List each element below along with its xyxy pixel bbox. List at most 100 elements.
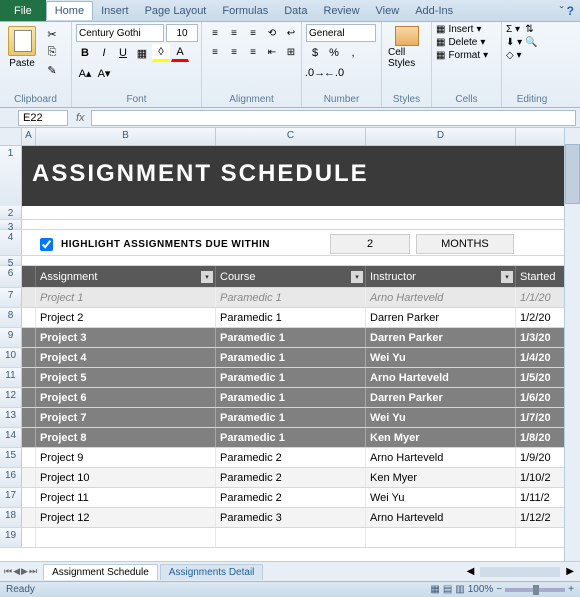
- cell-assignment[interactable]: Project 3: [36, 328, 216, 347]
- font-color-button[interactable]: A: [171, 44, 189, 62]
- row-header[interactable]: 17: [0, 488, 22, 507]
- tab-review[interactable]: Review: [315, 2, 367, 20]
- normal-view-icon[interactable]: ▦: [430, 584, 439, 595]
- cell-assignment[interactable]: Project 12: [36, 508, 216, 527]
- align-middle-icon[interactable]: ≡: [225, 24, 243, 42]
- cell-instructor[interactable]: Wei Yu: [366, 488, 516, 507]
- cell-course[interactable]: Paramedic 2: [216, 488, 366, 507]
- table-row[interactable]: 16Project 10Paramedic 2Ken Myer1/10/2: [0, 468, 580, 488]
- increase-decimal-icon[interactable]: .0→: [306, 64, 324, 82]
- row-header[interactable]: 15: [0, 448, 22, 467]
- tab-data[interactable]: Data: [276, 2, 315, 20]
- tab-nav-first-icon[interactable]: ⏮: [4, 566, 12, 577]
- fx-icon[interactable]: fx: [70, 112, 91, 124]
- autosum-button[interactable]: Σ ▾: [506, 24, 522, 35]
- row-header[interactable]: 14: [0, 428, 22, 447]
- col-header-a[interactable]: A: [22, 128, 36, 145]
- tab-nav-next-icon[interactable]: ▶: [21, 566, 28, 577]
- font-name-select[interactable]: [76, 24, 164, 42]
- highlight-checkbox[interactable]: [40, 238, 53, 251]
- row-header[interactable]: 8: [0, 308, 22, 327]
- row-header-4[interactable]: 4: [0, 230, 22, 255]
- cell-instructor[interactable]: Arno Harteveld: [366, 368, 516, 387]
- decrease-font-icon[interactable]: A▾: [95, 64, 113, 82]
- cell-instructor[interactable]: Darren Parker: [366, 328, 516, 347]
- cell-course[interactable]: Paramedic 1: [216, 348, 366, 367]
- align-top-icon[interactable]: ≡: [206, 24, 224, 42]
- increase-font-icon[interactable]: A▴: [76, 64, 94, 82]
- cell-course[interactable]: Paramedic 1: [216, 288, 366, 307]
- row-header[interactable]: 12: [0, 388, 22, 407]
- underline-button[interactable]: U: [114, 44, 132, 62]
- zoom-level[interactable]: 100%: [468, 584, 494, 595]
- cell-assignment[interactable]: Project 2: [36, 308, 216, 327]
- table-row[interactable]: 12Project 6Paramedic 1Darren Parker1/6/2…: [0, 388, 580, 408]
- row-header[interactable]: 7: [0, 288, 22, 307]
- font-size-select[interactable]: [166, 24, 198, 42]
- row-header-1[interactable]: 1: [0, 146, 22, 206]
- cell-assignment[interactable]: Project 1: [36, 288, 216, 307]
- cell-instructor[interactable]: Wei Yu: [366, 408, 516, 427]
- row-header[interactable]: 18: [0, 508, 22, 527]
- file-tab[interactable]: File: [0, 0, 46, 21]
- select-all-corner[interactable]: [0, 128, 22, 145]
- formula-bar[interactable]: [91, 110, 576, 126]
- table-row[interactable]: 14Project 8Paramedic 1Ken Myer1/8/20: [0, 428, 580, 448]
- cell-course[interactable]: Paramedic 1: [216, 408, 366, 427]
- row-header[interactable]: 9: [0, 328, 22, 347]
- vertical-scrollbar[interactable]: [564, 128, 580, 561]
- format-painter-icon[interactable]: ✎: [43, 62, 61, 78]
- zoom-slider[interactable]: [505, 588, 565, 592]
- filter-icon[interactable]: ▾: [351, 271, 363, 283]
- align-center-icon[interactable]: ≡: [225, 43, 243, 61]
- cut-icon[interactable]: ✂: [43, 26, 61, 42]
- th-course[interactable]: Course▾: [216, 266, 366, 287]
- cell-course[interactable]: Paramedic 1: [216, 388, 366, 407]
- italic-button[interactable]: I: [95, 44, 113, 62]
- col-header-c[interactable]: C: [216, 128, 366, 145]
- tab-insert[interactable]: Insert: [93, 2, 137, 20]
- row-header[interactable]: 11: [0, 368, 22, 387]
- cell-course[interactable]: Paramedic 3: [216, 508, 366, 527]
- currency-icon[interactable]: $: [306, 44, 324, 62]
- cell-course[interactable]: Paramedic 2: [216, 468, 366, 487]
- name-box[interactable]: [18, 110, 68, 126]
- sheet-tab-inactive[interactable]: Assignments Detail: [160, 564, 264, 580]
- find-select-button[interactable]: 🔍: [525, 37, 537, 48]
- row-header-2[interactable]: 2: [0, 206, 22, 219]
- row-header-5[interactable]: 5: [0, 256, 22, 265]
- cell-instructor[interactable]: Ken Myer: [366, 428, 516, 447]
- tab-page-layout[interactable]: Page Layout: [137, 2, 215, 20]
- highlight-value[interactable]: 2: [330, 234, 410, 254]
- zoom-out-icon[interactable]: −: [496, 584, 502, 595]
- fill-button[interactable]: ⬇ ▾: [506, 37, 522, 48]
- table-row[interactable]: 18Project 12Paramedic 3Arno Harteveld1/1…: [0, 508, 580, 528]
- row-header-6[interactable]: 6: [0, 266, 22, 287]
- table-row[interactable]: 17Project 11Paramedic 2Wei Yu1/11/2: [0, 488, 580, 508]
- table-row[interactable]: 15Project 9Paramedic 2Arno Harteveld1/9/…: [0, 448, 580, 468]
- tab-addins[interactable]: Add-Ins: [407, 2, 461, 20]
- table-row[interactable]: 10Project 4Paramedic 1Wei Yu1/4/20: [0, 348, 580, 368]
- tab-nav-prev-icon[interactable]: ◀: [13, 566, 20, 577]
- percent-icon[interactable]: %: [325, 44, 343, 62]
- tab-nav-last-icon[interactable]: ⏭: [29, 566, 37, 577]
- zoom-in-icon[interactable]: +: [568, 584, 574, 595]
- cell-course[interactable]: Paramedic 1: [216, 308, 366, 327]
- table-row[interactable]: 13Project 7Paramedic 1Wei Yu1/7/20: [0, 408, 580, 428]
- table-row[interactable]: 7Project 1Paramedic 1Arno Harteveld1/1/2…: [0, 288, 580, 308]
- format-cells-button[interactable]: ▦Format ▾: [436, 50, 488, 61]
- clear-button[interactable]: ◇ ▾: [506, 50, 522, 61]
- cell-assignment[interactable]: Project 5: [36, 368, 216, 387]
- tab-view[interactable]: View: [368, 2, 408, 20]
- bold-button[interactable]: B: [76, 44, 94, 62]
- copy-icon[interactable]: ⎘: [43, 44, 61, 60]
- cell-instructor[interactable]: Wei Yu: [366, 348, 516, 367]
- cell-instructor[interactable]: Arno Harteveld: [366, 508, 516, 527]
- cell-assignment[interactable]: Project 7: [36, 408, 216, 427]
- decrease-decimal-icon[interactable]: ←.0: [325, 64, 343, 82]
- number-format-select[interactable]: [306, 24, 376, 42]
- cell-course[interactable]: Paramedic 1: [216, 428, 366, 447]
- cell-assignment[interactable]: Project 8: [36, 428, 216, 447]
- cell-styles-button[interactable]: Cell Styles: [386, 24, 427, 71]
- cell-instructor[interactable]: Darren Parker: [366, 388, 516, 407]
